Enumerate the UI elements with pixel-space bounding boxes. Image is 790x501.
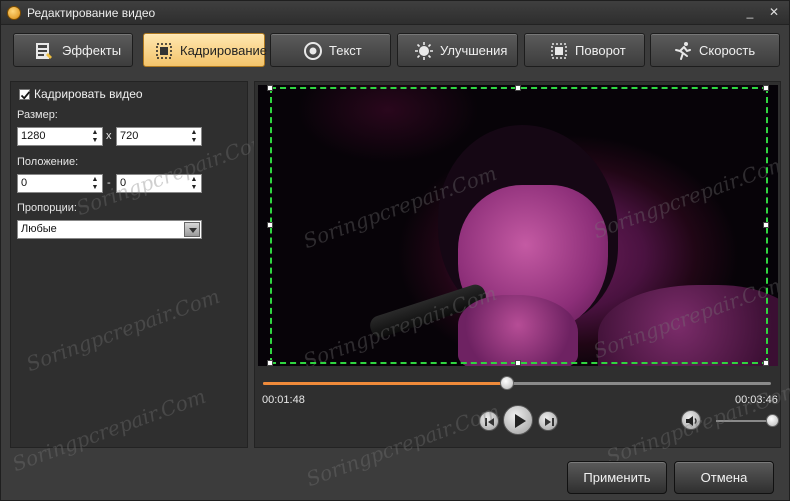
cancel-button[interactable]: Отмена xyxy=(674,461,774,494)
crop-handle[interactable] xyxy=(763,222,769,228)
apply-button[interactable]: Применить xyxy=(567,461,667,494)
width-value: 1280 xyxy=(21,130,46,142)
width-down-icon[interactable]: ▼ xyxy=(90,137,100,144)
seek-progress xyxy=(263,382,507,385)
video-frame: Soringpcrepair.Com Soringpcrepair.Com So… xyxy=(258,85,778,366)
crop-handle[interactable] xyxy=(267,360,273,366)
aspect-label: Пропорции: xyxy=(17,202,77,214)
height-down-icon[interactable]: ▼ xyxy=(189,137,199,144)
crop-handle[interactable] xyxy=(267,222,273,228)
width-stepper[interactable]: 1280 ▲ ▼ xyxy=(17,127,103,146)
height-value: 720 xyxy=(120,130,139,142)
tab-enhance[interactable]: Улучшения xyxy=(397,33,518,67)
size-label: Размер: xyxy=(17,109,58,121)
window-title: Редактирование видео xyxy=(27,6,156,20)
tab-text[interactable]: Текст xyxy=(270,33,391,67)
tab-speed[interactable]: Скорость xyxy=(650,33,780,67)
tab-label: Эффекты xyxy=(62,43,122,58)
height-up-icon[interactable]: ▲ xyxy=(189,129,199,136)
seek-bar[interactable] xyxy=(263,382,771,385)
watermark: Soringpcrepair.Com xyxy=(23,283,223,377)
crop-handle[interactable] xyxy=(515,360,521,366)
crop-settings-panel: Кадрировать видео Размер: 1280 ▲ ▼ x 720… xyxy=(9,81,273,476)
crop-frame[interactable] xyxy=(270,87,768,364)
crop-handle[interactable] xyxy=(763,360,769,366)
play-icon xyxy=(515,414,526,428)
app-icon xyxy=(7,6,21,20)
title-bar: Редактирование видео _ ✕ xyxy=(1,1,789,25)
position-label: Положение: xyxy=(17,156,79,168)
crop-icon xyxy=(156,43,172,59)
crop-handle[interactable] xyxy=(515,85,521,91)
speed-icon xyxy=(675,42,691,60)
crop-handle[interactable] xyxy=(267,85,273,91)
position-y-down-icon[interactable]: ▼ xyxy=(189,184,199,191)
text-icon xyxy=(304,42,322,60)
tab-label: Текст xyxy=(329,43,362,58)
tab-label: Улучшения xyxy=(440,43,508,58)
crop-handle[interactable] xyxy=(763,85,769,91)
tab-label: Поворот xyxy=(575,43,626,58)
aspect-value: Любые xyxy=(21,223,57,235)
tab-label: Кадрирование xyxy=(180,43,268,58)
size-separator: x xyxy=(106,130,112,142)
tab-crop[interactable]: Кадрирование xyxy=(143,33,268,67)
crop-video-label: Кадрировать видео xyxy=(34,87,143,101)
minimize-button[interactable]: _ xyxy=(741,4,759,20)
skip-forward-icon xyxy=(545,418,554,426)
tab-rotate[interactable]: Поворот xyxy=(524,33,645,67)
tab-label: Скорость xyxy=(699,43,756,58)
height-stepper[interactable]: 720 ▲ ▼ xyxy=(116,127,202,146)
position-x-value: 0 xyxy=(21,177,28,189)
seek-handle[interactable] xyxy=(499,376,514,390)
current-time: 00:01:48 xyxy=(262,394,305,406)
enhance-icon xyxy=(415,42,433,60)
watermark: Soringpcrepair.Com xyxy=(9,383,209,477)
tab-effects[interactable]: Эффекты xyxy=(13,33,133,67)
checkmark-icon xyxy=(20,91,31,100)
rotate-icon xyxy=(551,43,567,59)
crop-video-checkbox[interactable] xyxy=(19,89,31,100)
play-button[interactable] xyxy=(503,405,533,435)
width-up-icon[interactable]: ▲ xyxy=(90,129,100,136)
close-button[interactable]: ✕ xyxy=(765,4,783,20)
chevron-down-icon[interactable] xyxy=(184,222,200,237)
volume-handle[interactable] xyxy=(766,414,779,427)
tab-bar: Эффекты Кадрирование Текст Улучшения Пов… xyxy=(13,33,781,70)
video-preview-panel: Soringpcrepair.Com Soringpcrepair.Com So… xyxy=(254,81,781,448)
position-x-up-icon[interactable]: ▲ xyxy=(90,176,100,183)
effects-icon xyxy=(36,43,52,59)
aspect-dropdown[interactable]: Любые xyxy=(17,220,202,239)
video-edit-window: Редактирование видео _ ✕ Эффекты Кадриро… xyxy=(0,0,790,501)
next-button[interactable] xyxy=(538,411,558,431)
